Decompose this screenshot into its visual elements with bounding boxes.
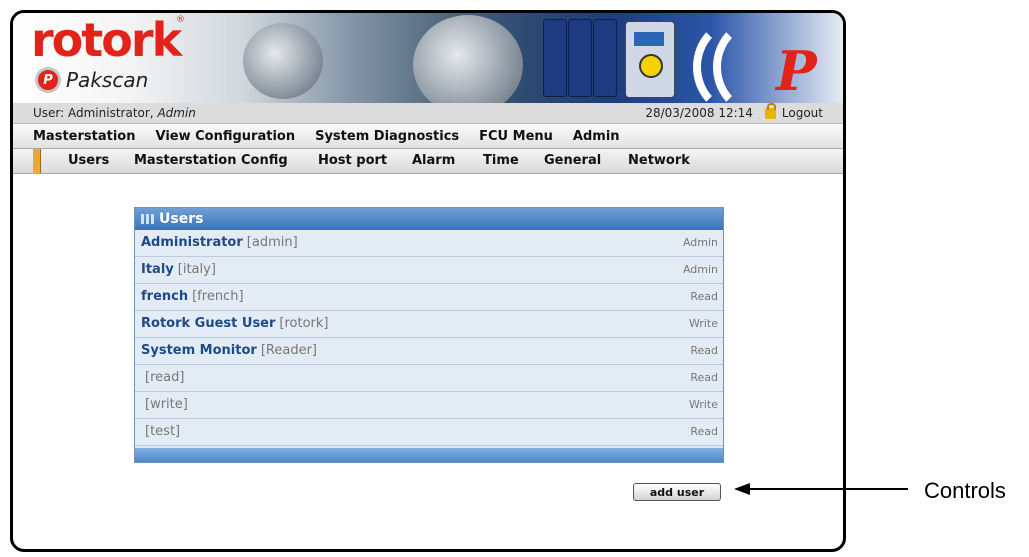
submenu-time[interactable]: Time bbox=[483, 153, 519, 168]
user-name[interactable]: System Monitor [Reader] bbox=[141, 343, 317, 358]
user-login: [french] bbox=[192, 289, 244, 304]
user-name[interactable]: Italy [italy] bbox=[141, 262, 216, 277]
user-role: Admin bbox=[157, 106, 196, 120]
header-banner: rotork ® P Pakscan P bbox=[13, 13, 843, 115]
user-name[interactable]: french [french] bbox=[141, 289, 244, 304]
user-login: [admin] bbox=[246, 235, 298, 250]
user-row[interactable]: System Monitor [Reader] Read bbox=[135, 338, 723, 365]
registered-mark: ® bbox=[176, 15, 185, 25]
submenu-general[interactable]: General bbox=[544, 153, 601, 168]
main-menu: Masterstation View Configuration System … bbox=[13, 124, 843, 149]
user-login[interactable]: [test] bbox=[145, 424, 180, 439]
equipment-module-image bbox=[593, 19, 617, 97]
menu-admin[interactable]: Admin bbox=[573, 129, 620, 144]
yellow-knob bbox=[639, 54, 663, 78]
users-panel-footer bbox=[135, 448, 723, 462]
pakscan-text: Pakscan bbox=[66, 68, 149, 92]
menu-system-diagnostics[interactable]: System Diagnostics bbox=[315, 129, 459, 144]
equipment-module-image bbox=[543, 19, 567, 97]
masterstation-image bbox=[625, 21, 675, 98]
rotork-logo: rotork bbox=[31, 13, 182, 67]
user-status-right: 28/03/2008 12:14 Logout bbox=[645, 102, 823, 120]
grid-icon bbox=[141, 214, 155, 224]
submenu-alarm[interactable]: Alarm bbox=[412, 153, 455, 168]
user-role: Read bbox=[690, 425, 718, 438]
submenu-users[interactable]: Users bbox=[68, 153, 109, 168]
user-prefix: User: Administrator, bbox=[33, 106, 154, 120]
actuator-image bbox=[243, 23, 323, 99]
user-row[interactable]: Rotork Guest User [rotork] Write bbox=[135, 311, 723, 338]
display-screen bbox=[634, 32, 664, 46]
user-role: Read bbox=[690, 344, 718, 357]
user-role: Write bbox=[688, 317, 718, 330]
sub-menu: Users Masterstation Config Host port Ala… bbox=[13, 149, 843, 174]
submenu-network[interactable]: Network bbox=[628, 153, 690, 168]
p3-logo: P bbox=[776, 39, 817, 103]
add-user-button[interactable]: add user bbox=[633, 483, 721, 501]
submenu-host-port[interactable]: Host port bbox=[318, 153, 387, 168]
user-row[interactable]: french [french] Read bbox=[135, 284, 723, 311]
user-name[interactable]: Administrator [admin] bbox=[141, 235, 298, 250]
browser-frame: rotork ® P Pakscan P User: Administrator… bbox=[10, 10, 846, 552]
user-row[interactable]: [read] Read bbox=[135, 365, 723, 392]
user-name[interactable]: Rotork Guest User [rotork] bbox=[141, 316, 329, 331]
user-status-bar: User: Administrator, Admin 28/03/2008 12… bbox=[13, 102, 843, 124]
pakscan-p-icon: P bbox=[35, 67, 61, 93]
user-row[interactable]: Administrator [admin] Admin bbox=[135, 230, 723, 257]
actuator-image bbox=[413, 15, 523, 115]
logout-link[interactable]: Logout bbox=[782, 106, 823, 120]
controls-annotation: Controls bbox=[924, 478, 1006, 503]
user-row[interactable]: [write] Write bbox=[135, 392, 723, 419]
users-panel-title: Users bbox=[159, 211, 204, 227]
current-user: User: Administrator, Admin bbox=[33, 106, 196, 120]
user-role: Read bbox=[690, 290, 718, 303]
user-role: Admin bbox=[682, 263, 718, 276]
equipment-module-image bbox=[568, 19, 592, 97]
datetime: 28/03/2008 12:14 bbox=[645, 106, 753, 120]
menu-masterstation[interactable]: Masterstation bbox=[33, 129, 135, 144]
menu-fcu-menu[interactable]: FCU Menu bbox=[479, 129, 553, 144]
user-row[interactable]: [test] Read bbox=[135, 419, 723, 446]
user-login[interactable]: [write] bbox=[145, 397, 188, 412]
lock-icon bbox=[764, 102, 776, 119]
user-role: Write bbox=[688, 398, 718, 411]
user-login: [rotork] bbox=[279, 316, 329, 331]
active-submenu-marker bbox=[33, 149, 41, 173]
user-login: [italy] bbox=[177, 262, 216, 277]
pakscan-logo: P Pakscan bbox=[35, 67, 148, 93]
annotation-arrow-line bbox=[748, 488, 908, 490]
user-login: [Reader] bbox=[260, 343, 317, 358]
user-role: Admin bbox=[682, 236, 718, 249]
user-login[interactable]: [read] bbox=[145, 370, 184, 385]
users-panel: Users Administrator [admin] Admin Italy [i… bbox=[134, 207, 724, 463]
menu-view-configuration[interactable]: View Configuration bbox=[155, 129, 295, 144]
user-role: Read bbox=[690, 371, 718, 384]
users-panel-header: Users bbox=[135, 208, 723, 230]
user-row[interactable]: Italy [italy] Admin bbox=[135, 257, 723, 284]
submenu-masterstation-config[interactable]: Masterstation Config bbox=[134, 153, 288, 168]
